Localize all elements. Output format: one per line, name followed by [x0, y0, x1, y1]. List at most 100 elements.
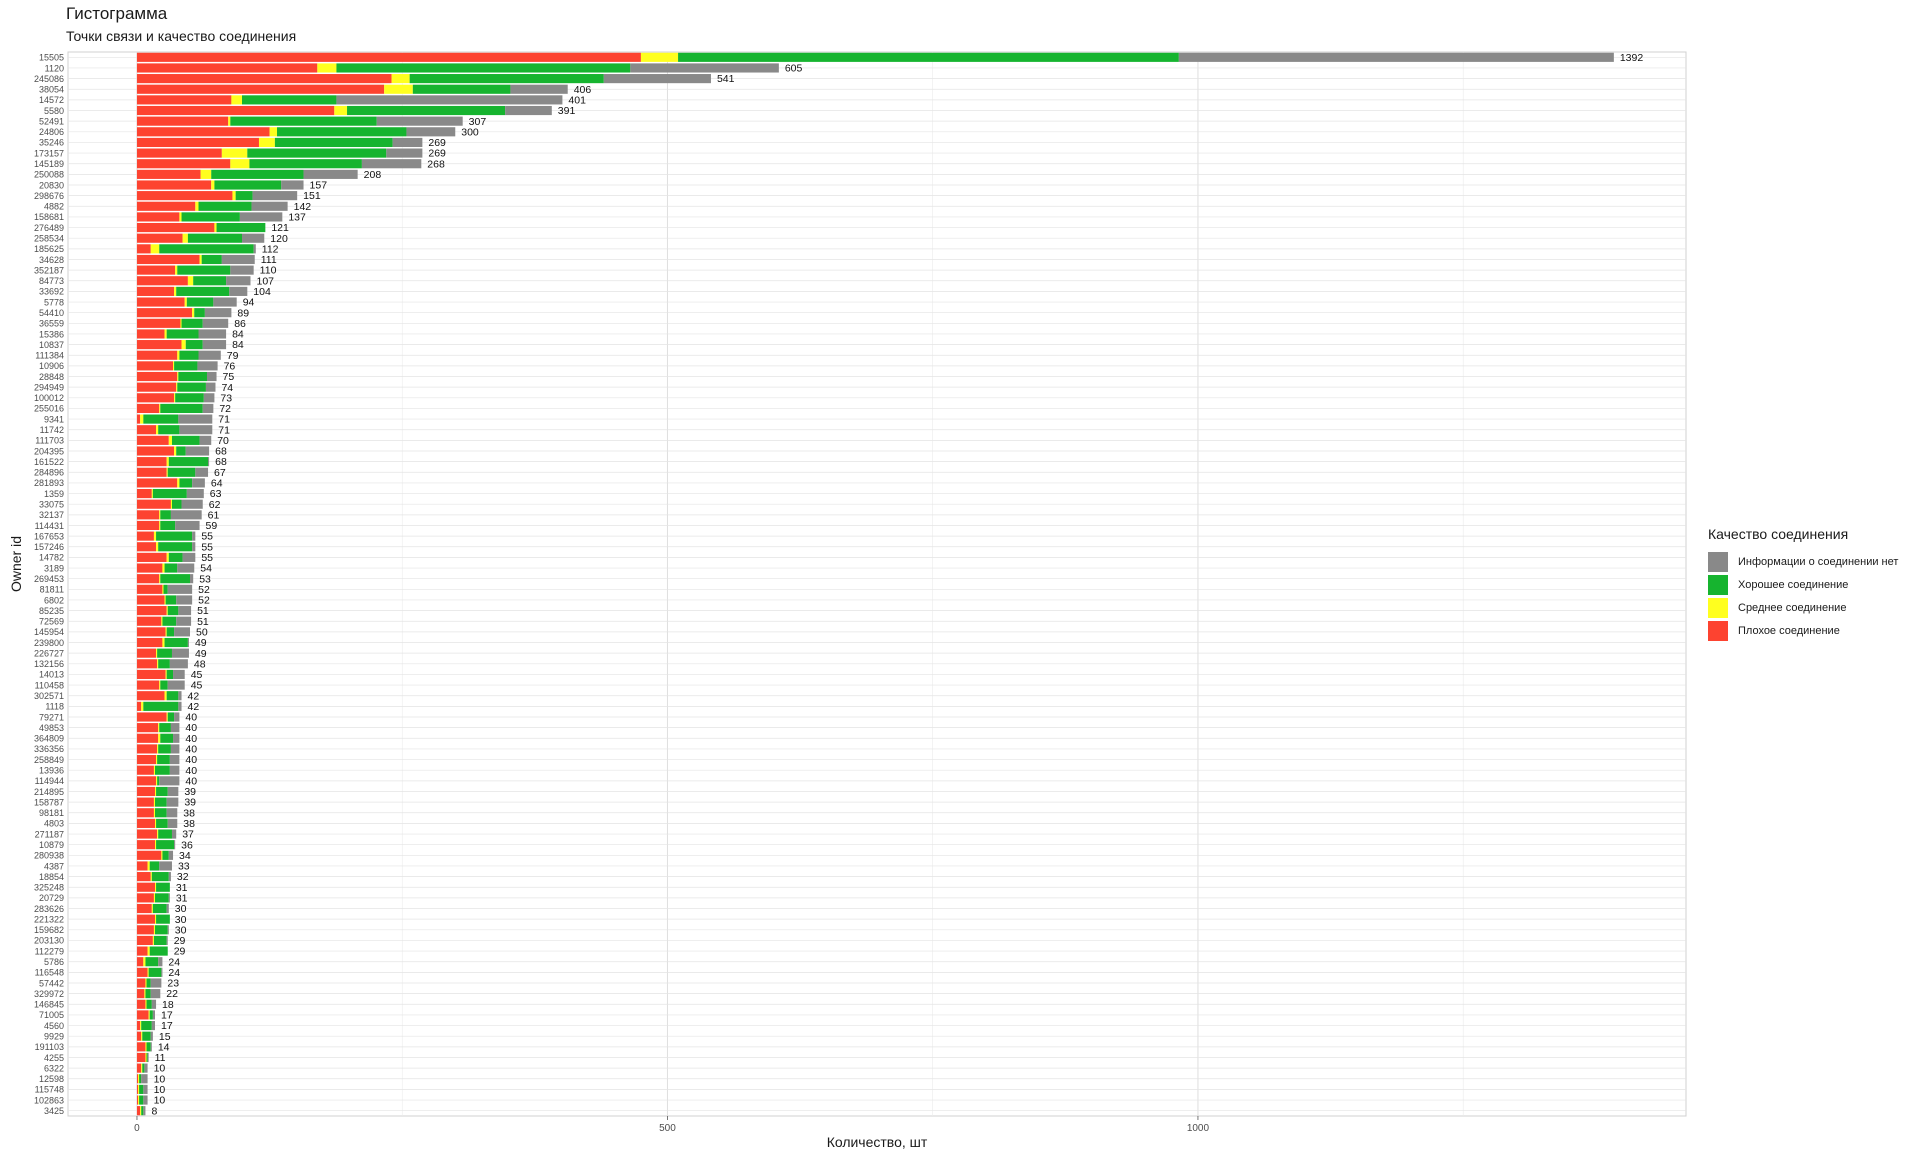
- bar-segment-none: [176, 595, 193, 605]
- y-tick-label: 239800: [34, 638, 64, 648]
- bar-segment-good: [146, 1052, 148, 1063]
- y-tick-label: 14013: [39, 670, 64, 680]
- bar-segment-medium: [162, 584, 164, 594]
- bar-segment-none: [186, 488, 204, 499]
- bar-segment-none: [143, 1095, 148, 1105]
- y-tick-label: 245086: [34, 74, 64, 84]
- bar-segment-bad: [136, 872, 151, 882]
- bar-segment-good: [193, 276, 227, 286]
- bar-segment-medium: [317, 63, 337, 73]
- y-tick-label: 283626: [34, 904, 64, 914]
- bar-segment-medium: [153, 808, 156, 818]
- bar-segment-good: [166, 691, 179, 701]
- bar-segment-good: [159, 244, 254, 254]
- y-tick-label: 81811: [40, 585, 64, 595]
- bar-segment-bad: [136, 286, 175, 296]
- bar-segment-bad: [136, 542, 157, 552]
- bar-segment-medium: [168, 435, 172, 445]
- bar-segment-good: [174, 361, 198, 371]
- bar-segment-good: [146, 999, 152, 1009]
- bar-segment-none: [205, 382, 216, 392]
- y-tick-label: 33075: [39, 500, 64, 510]
- y-tick-label: 269453: [34, 574, 64, 584]
- bar-segment-bad: [136, 627, 166, 637]
- legend-label-good: Хорошее соединение: [1738, 578, 1849, 591]
- y-axis-label: Owner id: [8, 535, 24, 593]
- y-tick-label: 24806: [39, 127, 64, 137]
- bar-segment-medium: [166, 552, 169, 562]
- bar-segment-none: [195, 467, 209, 477]
- bar-segment-bad: [136, 265, 176, 275]
- bar-segment-none: [1178, 52, 1614, 62]
- y-tick-label: 57442: [39, 978, 64, 988]
- bar-segment-good: [166, 627, 175, 637]
- bar-segment-bad: [136, 723, 159, 733]
- bar-segment-medium: [155, 914, 157, 924]
- bar-segment-medium: [221, 148, 248, 158]
- bar-segment-bad: [136, 435, 169, 445]
- bar-total-label: 137: [288, 212, 306, 224]
- bar-segment-medium: [200, 169, 212, 179]
- bar-segment-none: [386, 148, 423, 158]
- bar-segment-bad: [136, 180, 212, 190]
- bar-segment-bad: [136, 786, 156, 797]
- bar-segment-bad: [136, 818, 156, 828]
- y-tick-label: 132156: [34, 659, 64, 669]
- bar-segment-none: [168, 893, 170, 903]
- bar-segment-good: [167, 712, 175, 722]
- y-tick-label: 221322: [34, 914, 64, 924]
- bar-segment-bad: [136, 116, 229, 126]
- bar-segment-none: [173, 669, 185, 680]
- bar-segment-medium: [156, 776, 158, 786]
- bar-segment-good: [187, 233, 243, 243]
- y-tick-label: 226727: [34, 648, 64, 658]
- bar-segment-medium: [156, 648, 158, 658]
- bar-segment-good: [185, 340, 203, 350]
- bar-segment-good: [176, 286, 230, 296]
- bar-segment-medium: [156, 754, 158, 765]
- bar-segment-bad: [136, 829, 158, 839]
- bar-segment-none: [178, 414, 213, 424]
- bar-segment-bad: [136, 925, 154, 935]
- bar-segment-bad: [136, 499, 171, 509]
- bar-segment-none: [177, 563, 195, 573]
- bar-segment-good: [216, 222, 266, 233]
- legend-item-none: Информации о соединении нет: [1708, 550, 1898, 573]
- bar-segment-bad: [136, 95, 232, 105]
- bar-segment-none: [169, 754, 180, 765]
- bar-segment-medium: [156, 425, 159, 435]
- bar-segment-medium: [174, 446, 177, 456]
- bar-segment-medium: [177, 371, 179, 382]
- bar-segment-none: [141, 1074, 148, 1084]
- bar-segment-good: [201, 254, 222, 265]
- bar-segment-bad: [136, 74, 392, 84]
- y-tick-label: 3189: [44, 563, 64, 573]
- bar-segment-good: [159, 723, 171, 733]
- bar-segment-none: [150, 978, 162, 988]
- bar-segment-medium: [166, 467, 168, 477]
- bar-segment-good: [235, 191, 253, 201]
- bar-segment-medium: [155, 840, 157, 850]
- bar-segment-none: [213, 297, 237, 307]
- bar-segment-bad: [136, 659, 158, 669]
- y-tick-label: 5778: [44, 297, 64, 307]
- bar-segment-medium: [161, 850, 163, 860]
- bar-segment-none: [150, 1042, 152, 1052]
- bar-segment-medium: [151, 488, 153, 499]
- y-axis-ticks: 1550511202450863805414572558052491248063…: [34, 53, 64, 1116]
- bar-segment-good: [158, 744, 171, 754]
- bar-segment-good: [143, 701, 179, 711]
- bar-segment-none: [406, 127, 456, 137]
- y-tick-label: 329972: [34, 989, 64, 999]
- bar-segment-good: [274, 137, 393, 148]
- y-tick-label: 98181: [39, 808, 64, 818]
- bar-segment-medium: [179, 212, 182, 222]
- bar-segment-bad: [136, 861, 148, 871]
- bar-segment-good: [242, 95, 337, 105]
- bar-segment-none: [159, 776, 180, 786]
- bar-segment-none: [510, 84, 568, 94]
- bar-segment-medium: [164, 691, 167, 701]
- bar-segment-good: [277, 127, 407, 137]
- bar-segment-medium: [150, 244, 160, 254]
- bar-segment-medium: [214, 222, 217, 233]
